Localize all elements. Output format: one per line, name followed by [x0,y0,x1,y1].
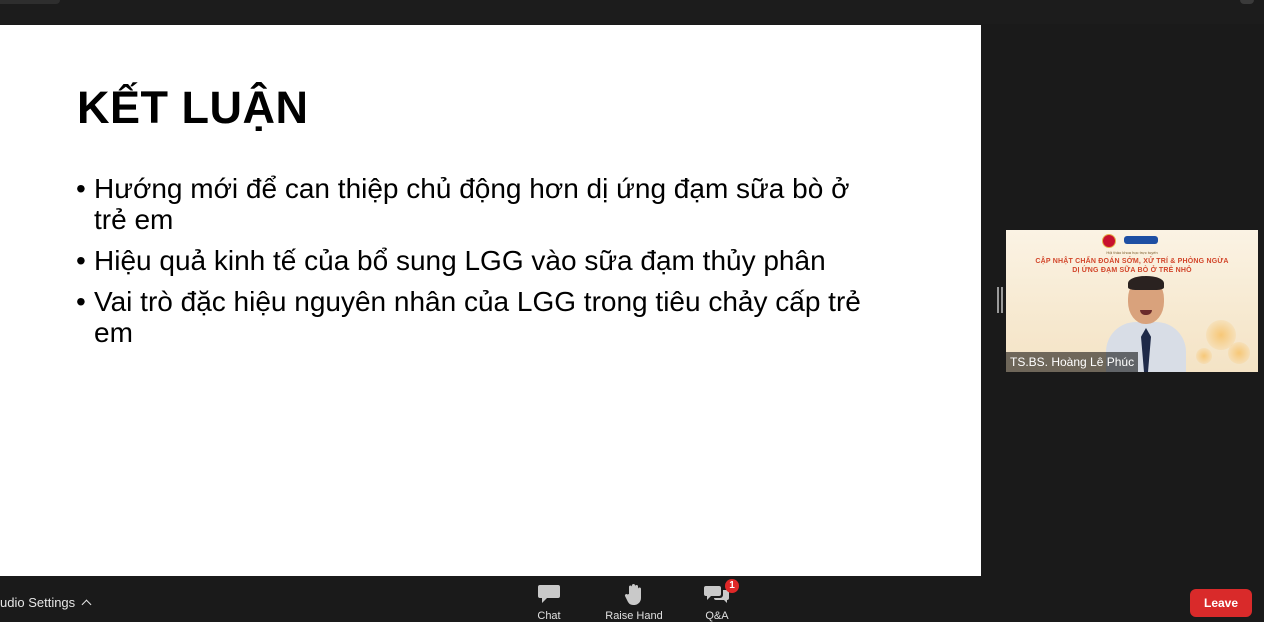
slide-title: KẾT LUẬN [77,82,309,133]
qa-button[interactable]: 1 Q&A [677,577,757,622]
raise-hand-label: Raise Hand [605,610,663,622]
slide-bullet: Vai trò đặc hiệu nguyên nhân của LGG tro… [76,286,876,348]
leave-button[interactable]: Leave [1190,589,1252,617]
banner-title-line1: CẬP NHẬT CHẨN ĐOÁN SỚM, XỬ TRÍ & PHÒNG N… [1035,258,1229,265]
brand-logo-icon [1124,236,1158,244]
shared-screen-slide: KẾT LUẬN Hướng mới để can thiệp chủ động… [0,25,981,576]
slide-bullet: Hiệu quả kinh tế của bổ sung LGG vào sữa… [76,245,876,276]
meeting-toolbar: udio Settings Chat Raise Hand 1 Q&A Leav… [0,577,1264,622]
speaker-video-tile[interactable]: Hội thảo khoa học trực tuyến CẬP NHẬT CH… [1006,230,1258,372]
decorative-orb [1196,348,1212,364]
hand-icon [624,584,641,605]
qa-label: Q&A [705,610,729,622]
sponsor-logos [1102,234,1182,248]
qa-notification-badge: 1 [725,579,739,593]
top-bar [0,0,1264,24]
hospital-logo-icon [1102,234,1116,248]
chat-label: Chat [537,610,561,622]
panel-resize-handle[interactable] [997,287,1003,313]
banner-subtitle: Hội thảo khoa học trực tuyến [1106,250,1158,255]
slide-bullet: Hướng mới để can thiệp chủ động hơn dị ứ… [76,173,876,235]
top-left-tab [0,0,60,4]
chevron-up-icon[interactable] [81,599,92,610]
raise-hand-button[interactable]: Raise Hand [594,577,674,622]
audio-settings-label: udio Settings [0,595,76,610]
decorative-orb [1228,342,1250,364]
audio-settings-button[interactable]: udio Settings [0,595,92,610]
banner-title-line2: DỊ ỨNG ĐẠM SỮA BÒ Ở TRẺ NHỎ [1072,267,1192,274]
slide-bullet-list: Hướng mới để can thiệp chủ động hơn dị ứ… [76,173,876,358]
top-right-tab [1240,0,1254,4]
chat-bubble-icon [538,585,560,603]
chat-button[interactable]: Chat [509,577,589,622]
speaker-name-tag: TS.BS. Hoàng Lê Phúc [1006,352,1139,372]
